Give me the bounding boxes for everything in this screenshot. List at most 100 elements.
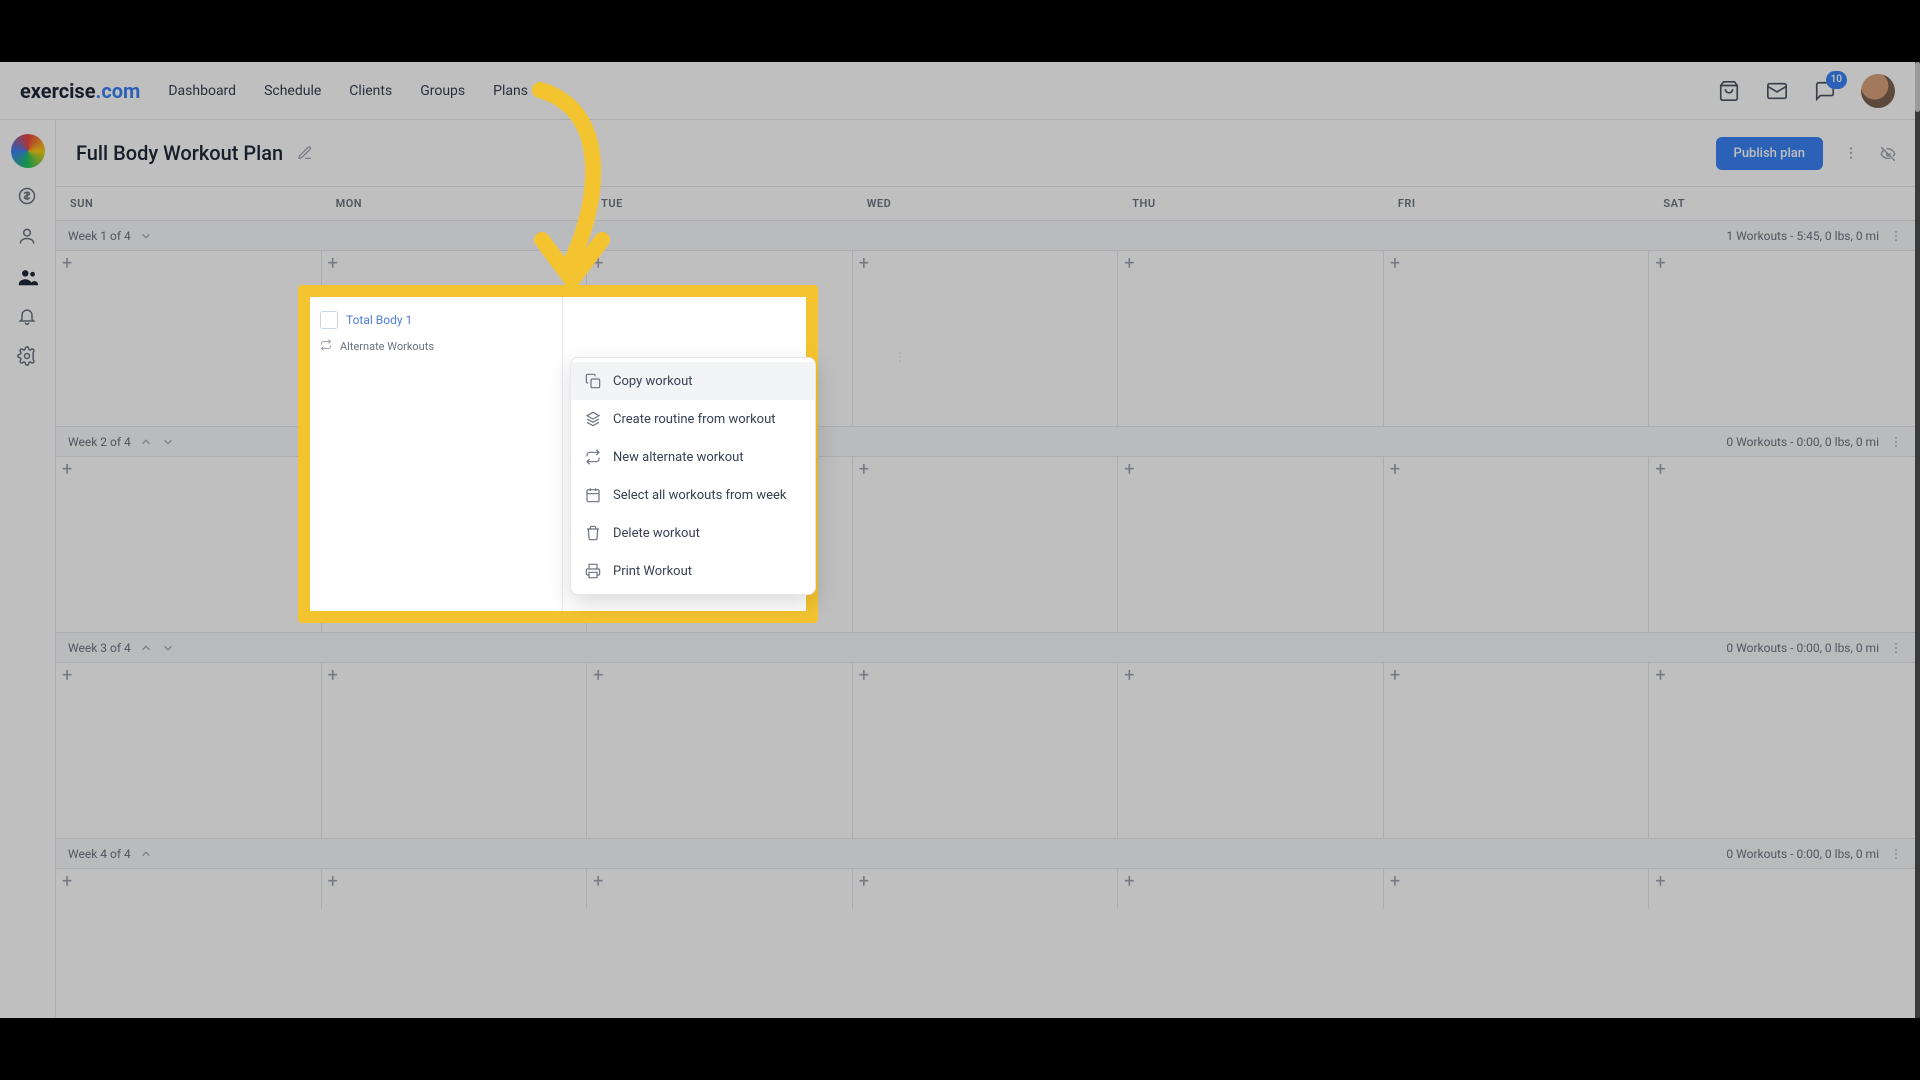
- menu-print-workout[interactable]: Print Workout: [571, 552, 815, 590]
- alternate-workouts-label[interactable]: Alternate Workouts: [340, 340, 434, 353]
- week-4-more-icon[interactable]: [1889, 847, 1903, 861]
- gear-icon[interactable]: [17, 346, 39, 368]
- menu-create-routine[interactable]: Create routine from workout: [571, 400, 815, 438]
- chevron-down-icon[interactable]: [161, 435, 175, 449]
- menu-copy-workout[interactable]: Copy workout: [571, 362, 815, 400]
- chat-icon[interactable]: 10: [1813, 79, 1837, 103]
- add-workout-icon[interactable]: +: [328, 875, 346, 893]
- add-workout-icon[interactable]: +: [859, 875, 877, 893]
- week-2-more-icon[interactable]: [1889, 435, 1903, 449]
- week-3-label: Week 3 of 4: [68, 641, 131, 655]
- day-cell[interactable]: +: [1384, 663, 1650, 838]
- add-workout-icon[interactable]: +: [1124, 669, 1142, 687]
- menu-new-alternate[interactable]: New alternate workout: [571, 438, 815, 476]
- add-workout-icon[interactable]: +: [1655, 875, 1673, 893]
- nav-clients[interactable]: Clients: [349, 83, 392, 99]
- chevron-up-icon[interactable]: [139, 847, 153, 861]
- dollar-icon[interactable]: [17, 186, 39, 208]
- menu-delete-workout[interactable]: Delete workout: [571, 514, 815, 552]
- nav-groups[interactable]: Groups: [420, 83, 465, 99]
- day-cell[interactable]: +: [1118, 251, 1384, 426]
- menu-select-all-week[interactable]: Select all workouts from week: [571, 476, 815, 514]
- copy-icon: [585, 373, 601, 389]
- publish-plan-button[interactable]: Publish plan: [1716, 137, 1823, 170]
- day-cell[interactable]: +: [1118, 663, 1384, 838]
- edit-title-icon[interactable]: [297, 145, 313, 161]
- day-cell[interactable]: +: [56, 869, 322, 909]
- add-workout-icon[interactable]: +: [1390, 257, 1408, 275]
- add-workout-icon[interactable]: +: [1390, 463, 1408, 481]
- day-cell[interactable]: +: [1649, 251, 1915, 426]
- menu-item-label: Print Workout: [613, 564, 692, 579]
- add-workout-icon[interactable]: +: [62, 875, 80, 893]
- workout-card[interactable]: Total Body 1 Alternate Workouts: [310, 297, 563, 611]
- day-cell[interactable]: +: [56, 457, 322, 632]
- add-workout-icon[interactable]: +: [593, 257, 611, 275]
- add-workout-icon[interactable]: +: [328, 669, 346, 687]
- add-workout-icon[interactable]: +: [1655, 669, 1673, 687]
- scrollbar-thumb[interactable]: [1915, 62, 1920, 112]
- add-workout-icon[interactable]: +: [859, 463, 877, 481]
- add-workout-icon[interactable]: +: [62, 463, 80, 481]
- workout-checkbox[interactable]: [320, 311, 338, 329]
- add-workout-icon[interactable]: +: [62, 669, 80, 687]
- visibility-off-icon[interactable]: [1879, 145, 1895, 161]
- add-workout-icon[interactable]: +: [1655, 257, 1673, 275]
- org-logo[interactable]: [11, 134, 45, 168]
- day-cell[interactable]: +: [56, 663, 322, 838]
- workout-card-more-icon[interactable]: [890, 347, 910, 367]
- more-icon[interactable]: [1843, 145, 1859, 161]
- day-cell[interactable]: +: [1118, 457, 1384, 632]
- scrollbar-track[interactable]: [1915, 62, 1920, 1018]
- day-cell[interactable]: +: [56, 251, 322, 426]
- add-workout-icon[interactable]: +: [1124, 875, 1142, 893]
- people-icon[interactable]: [17, 266, 39, 288]
- day-cell[interactable]: +: [1649, 457, 1915, 632]
- day-cell[interactable]: +: [322, 869, 588, 909]
- add-workout-icon[interactable]: +: [593, 875, 611, 893]
- shopping-bag-icon[interactable]: [1717, 79, 1741, 103]
- day-cell[interactable]: +: [1118, 869, 1384, 909]
- trash-icon: [585, 525, 601, 541]
- week-3-more-icon[interactable]: [1889, 641, 1903, 655]
- add-workout-icon[interactable]: +: [1390, 669, 1408, 687]
- workout-name-link[interactable]: Total Body 1: [346, 313, 412, 327]
- day-cell[interactable]: +: [1649, 869, 1915, 909]
- day-cell[interactable]: +: [1384, 251, 1650, 426]
- chevron-up-icon[interactable]: [139, 435, 153, 449]
- nav-dashboard[interactable]: Dashboard: [168, 83, 236, 99]
- nav-schedule[interactable]: Schedule: [264, 83, 321, 99]
- week-3: Week 3 of 4 0 Workouts - 0:00, 0 lbs, 0 …: [56, 632, 1915, 838]
- day-cell[interactable]: +: [1384, 457, 1650, 632]
- person-icon[interactable]: [17, 226, 39, 248]
- brand-logo[interactable]: exercise.com: [20, 79, 140, 103]
- add-workout-icon[interactable]: +: [1655, 463, 1673, 481]
- add-workout-icon[interactable]: +: [859, 669, 877, 687]
- day-cell[interactable]: +: [587, 663, 853, 838]
- day-cell[interactable]: +: [853, 457, 1119, 632]
- menu-item-label: Copy workout: [613, 374, 693, 389]
- add-workout-icon[interactable]: +: [1390, 875, 1408, 893]
- add-workout-icon[interactable]: +: [328, 257, 346, 275]
- chevron-down-icon[interactable]: [139, 229, 153, 243]
- nav-plans[interactable]: Plans: [493, 83, 528, 99]
- user-avatar[interactable]: [1861, 74, 1895, 108]
- day-cell[interactable]: +: [853, 251, 1119, 426]
- day-cell[interactable]: +: [322, 663, 588, 838]
- day-header-fri: FRI: [1384, 187, 1650, 220]
- day-cell[interactable]: +: [853, 663, 1119, 838]
- add-workout-icon[interactable]: +: [593, 669, 611, 687]
- day-cell[interactable]: +: [587, 869, 853, 909]
- chevron-down-icon[interactable]: [161, 641, 175, 655]
- day-cell[interactable]: +: [1649, 663, 1915, 838]
- bell-icon[interactable]: [17, 306, 39, 328]
- day-cell[interactable]: +: [1384, 869, 1650, 909]
- add-workout-icon[interactable]: +: [1124, 257, 1142, 275]
- week-1-more-icon[interactable]: [1889, 229, 1903, 243]
- add-workout-icon[interactable]: +: [62, 257, 80, 275]
- add-workout-icon[interactable]: +: [1124, 463, 1142, 481]
- chevron-up-icon[interactable]: [139, 641, 153, 655]
- mail-icon[interactable]: [1765, 79, 1789, 103]
- add-workout-icon[interactable]: +: [859, 257, 877, 275]
- day-cell[interactable]: +: [853, 869, 1119, 909]
